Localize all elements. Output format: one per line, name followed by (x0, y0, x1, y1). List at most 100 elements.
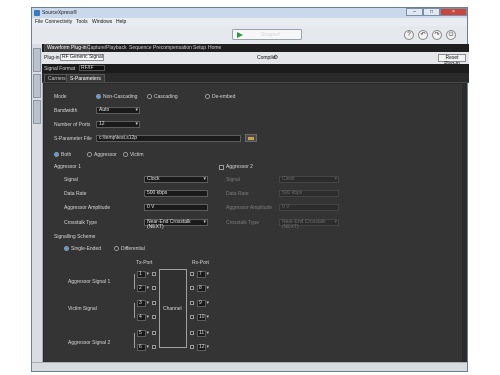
s-parameters-panel: Mode Non-Cascading Cascading De-embed Ba… (44, 84, 462, 364)
signal-format-select[interactable]: RF/IF (79, 65, 105, 71)
rx-port-11-select[interactable]: 11 (197, 330, 209, 337)
menu-windows[interactable]: Windows (92, 19, 112, 25)
tx-pin (152, 331, 156, 335)
tx-port-6-select[interactable]: 6 (137, 344, 149, 351)
differential-radio[interactable] (114, 246, 119, 251)
maximize-button[interactable]: □ (423, 8, 440, 16)
single-ended-label: Single-Ended (71, 246, 102, 252)
aggressor1-amplitude-input[interactable]: 0 V (144, 204, 208, 211)
aggressor2-crosstalk-select[interactable]: Near-End Crosstalk (NEXT) (279, 219, 339, 230)
ports-select[interactable]: 12 (96, 121, 140, 128)
aggressor1-crosstalk-label: Crosstalk Type (64, 220, 97, 226)
side-tab-2[interactable] (33, 74, 41, 98)
side-tab-1[interactable] (33, 48, 41, 72)
aggressor2-signal-select[interactable]: Clock (279, 176, 339, 183)
aggressor1-rate-input[interactable]: 500 kbps (144, 190, 208, 197)
apply-aggressor-radio[interactable] (87, 152, 92, 157)
tx-pin (152, 301, 156, 305)
menu-tools[interactable]: Tools (76, 19, 88, 25)
tab-precompensation[interactable]: Precompensation (153, 45, 192, 51)
rx-port-10-select[interactable]: 10 (197, 314, 209, 321)
signal-format-bar: Signal Format RF/IF (42, 64, 469, 73)
rx-pin (190, 315, 194, 319)
aggressor2-title: Aggressor 2 (226, 164, 253, 170)
close-button[interactable]: × (440, 8, 467, 16)
mode-de-embed-radio[interactable] (205, 94, 210, 99)
play-icon (237, 32, 243, 38)
aggressor2-signal-label: Signal (226, 177, 240, 183)
bracket-line (134, 333, 135, 348)
help-icon[interactable]: ? (404, 30, 414, 40)
tx-pin (152, 315, 156, 319)
tab-capture-playback[interactable]: Capture/Playback (87, 45, 126, 51)
mode-cascading-radio[interactable] (147, 94, 152, 99)
signal-format-label: Signal Format (44, 66, 76, 72)
plugin-bar: Plug-in RF Generic Signal Compile ⚙ Rese… (42, 52, 469, 67)
run-stop-button[interactable]: Stopped (232, 29, 302, 40)
bandwidth-select[interactable]: Auto (96, 107, 140, 114)
mode-non-cascading-radio[interactable] (96, 94, 101, 99)
settings-gear-icon[interactable]: ⚙ (273, 54, 278, 61)
undo-icon[interactable]: ↶ (418, 30, 428, 40)
aggressor2-amplitude-input[interactable]: 0 V (279, 204, 339, 211)
ports-label: Number of Ports (54, 122, 91, 128)
menu-file[interactable]: File (35, 19, 43, 25)
plugin-label: Plug-in (44, 55, 60, 61)
aggressor1-signal-select[interactable]: Clock (144, 176, 208, 183)
tx-pin (152, 345, 156, 349)
sparam-file-input[interactable]: c:\temp\test.s12p (96, 135, 241, 142)
apply-victim-radio[interactable] (123, 152, 128, 157)
window-title: SourceXpress® (42, 10, 78, 16)
aggressor2-rate-input[interactable]: 500 kbps (279, 190, 339, 197)
left-side-panel (32, 44, 43, 364)
aggressor2-rate-label: Data Rate (226, 191, 249, 197)
tx-port-header: Tx-Port (136, 260, 153, 266)
tx-port-2-select[interactable]: 2 (137, 285, 149, 292)
tab-s-parameters[interactable]: S-Parameters (66, 74, 105, 82)
minimize-button[interactable]: – (406, 8, 423, 16)
aggressor-signal-2-label: Aggressor Signal 2 (68, 340, 111, 346)
aggressor1-title: Aggressor 1 (54, 164, 81, 170)
browse-folder-icon[interactable] (245, 134, 257, 142)
single-ended-radio[interactable] (64, 246, 69, 251)
mode-cascading-label: Cascading (154, 94, 178, 100)
apply-victim-label: Victim (130, 152, 144, 158)
tx-port-3-select[interactable]: 3 (137, 300, 149, 307)
rx-port-header: Rx-Port (192, 260, 209, 266)
menu-connectivity[interactable]: Connectivity (45, 19, 72, 25)
menu-help[interactable]: Help (116, 19, 126, 25)
differential-label: Differential (121, 246, 145, 252)
aggressor2-enable-checkbox[interactable] (219, 165, 224, 170)
tx-port-4-select[interactable]: 4 (137, 314, 149, 321)
tab-setup[interactable]: Setup (193, 45, 206, 51)
mode-de-embed-label: De-embed (212, 94, 236, 100)
reset-plugin-button[interactable]: Reset Plug-in (438, 54, 466, 67)
bracket-line (134, 303, 135, 318)
redo-icon[interactable]: ↷ (432, 30, 442, 40)
rx-pin (190, 301, 194, 305)
aggressor2-amplitude-label: Aggressor Amplitude (226, 205, 273, 211)
status-bar (32, 362, 467, 371)
rx-port-12-select[interactable]: 12 (197, 344, 209, 351)
rx-pin (190, 286, 194, 290)
power-icon[interactable]: ⏻ (446, 30, 456, 40)
aggressor1-crosstalk-select[interactable]: Near-End Crosstalk (NEXT) (144, 219, 208, 230)
rx-port-8-select[interactable]: 8 (197, 285, 209, 292)
victim-signal-label: Victim Signal (68, 306, 97, 312)
apply-both-radio[interactable] (54, 152, 59, 157)
rx-port-7-select[interactable]: 7 (197, 271, 209, 278)
side-tab-3[interactable] (33, 100, 41, 124)
toolbar: Stopped ? ↶ ↷ ⏻ (32, 26, 467, 45)
tab-sequence[interactable]: Sequence (129, 45, 152, 51)
apply-both-label: Both (61, 152, 72, 158)
rx-port-9-select[interactable]: 9 (197, 300, 209, 307)
mode-non-cascading-label: Non-Cascading (103, 94, 138, 100)
tab-home[interactable]: Home (208, 45, 221, 51)
menu-bar: File Connectivity Tools Windows Help (32, 18, 467, 26)
bracket-line (134, 274, 135, 289)
apply-aggressor-label: Aggressor (94, 152, 117, 158)
channel-label: Channel (163, 306, 182, 312)
tx-port-5-select[interactable]: 5 (137, 330, 149, 337)
plugin-select[interactable]: RF Generic Signal (60, 54, 104, 61)
tx-port-1-select[interactable]: 1 (137, 271, 149, 278)
